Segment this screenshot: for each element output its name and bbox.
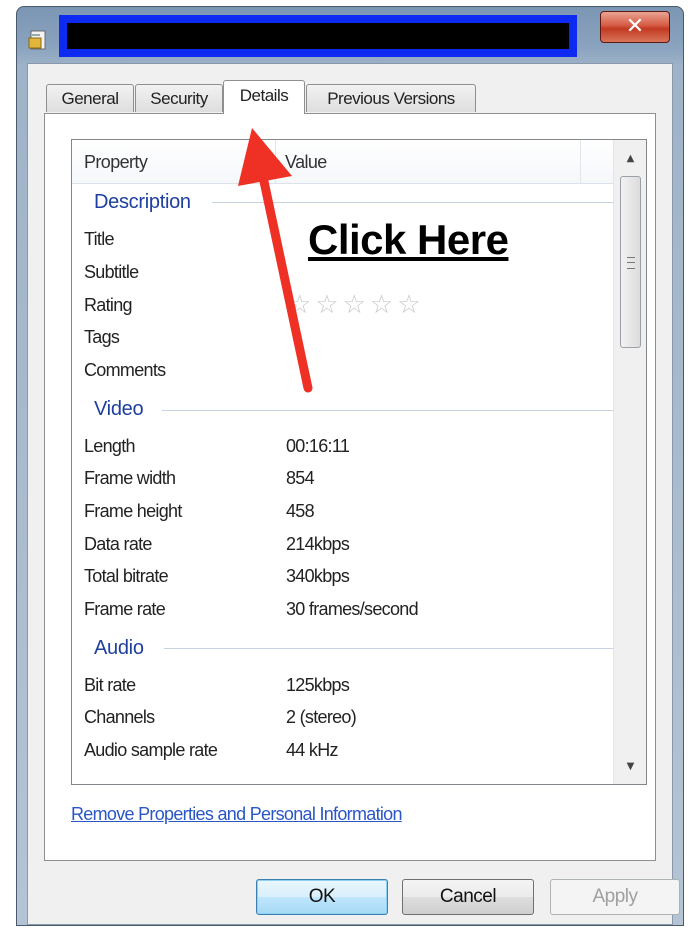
property-label: Frame height (84, 501, 182, 521)
property-value[interactable]: 44 kHz (286, 740, 339, 761)
tab-label: Security (150, 89, 208, 108)
scroll-up-arrow-icon[interactable]: ▲ (614, 144, 646, 174)
property-label: Frame width (84, 468, 176, 488)
cancel-button[interactable]: Cancel (402, 879, 534, 915)
tab-label: Previous Versions (327, 89, 455, 108)
close-icon: ✕ (625, 14, 645, 39)
grip-icon (627, 257, 635, 269)
tab-label: Details (239, 86, 289, 105)
property-value[interactable]: 340kbps (286, 566, 350, 587)
group-header-audio: Audio (94, 637, 144, 659)
tab-label: General (61, 89, 119, 108)
tab-security[interactable]: Security (135, 84, 223, 112)
remove-properties-link[interactable]: Remove Properties and Personal Informati… (71, 804, 402, 825)
vertical-scrollbar[interactable]: ▲ ▼ (613, 140, 646, 784)
property-label: Audio sample rate (84, 740, 218, 760)
scroll-down-arrow-icon[interactable]: ▼ (614, 752, 646, 782)
ok-button[interactable]: OK (256, 879, 388, 915)
redaction-bar (67, 23, 569, 49)
scroll-thumb[interactable] (620, 176, 641, 348)
tab-previous-versions[interactable]: Previous Versions (306, 84, 476, 112)
column-header-property[interactable]: Property (84, 152, 148, 173)
button-label: OK (308, 886, 336, 907)
button-label: Apply (592, 886, 638, 907)
list-header: Property Value (72, 140, 613, 184)
apply-button[interactable]: Apply (550, 879, 680, 915)
button-label: Cancel (439, 886, 497, 907)
property-label: Frame rate (84, 599, 166, 619)
property-label: Data rate (84, 534, 152, 554)
property-value[interactable]: 125kbps (286, 675, 350, 696)
property-label: Bit rate (84, 675, 136, 695)
tab-details[interactable]: Details (223, 80, 305, 114)
group-divider (212, 202, 626, 203)
group-divider (164, 648, 626, 649)
property-label: Comments (84, 360, 166, 380)
group-divider (162, 410, 626, 411)
file-properties-icon (27, 29, 49, 51)
click-here-callout: Click Here (308, 216, 509, 263)
column-divider[interactable] (275, 140, 276, 183)
property-value[interactable]: 854 (286, 468, 315, 489)
group-header-description: Description (94, 191, 191, 213)
property-label: Title (84, 229, 115, 249)
group-header-video: Video (94, 398, 144, 420)
property-value[interactable]: 214kbps (286, 534, 350, 555)
column-divider[interactable] (580, 140, 581, 183)
property-value[interactable]: 2 (stereo) (286, 707, 357, 728)
title-bar: ✕ (17, 7, 683, 63)
property-label: Rating (84, 295, 133, 315)
properties-dialog-window: ✕ General Security Details Previous Vers… (16, 6, 684, 926)
column-header-value[interactable]: Value (285, 152, 327, 173)
dialog-client-area: General Security Details Previous Versio… (27, 63, 680, 925)
property-value[interactable]: 458 (286, 501, 315, 522)
property-list[interactable]: Property Value Description Title Subtitl… (71, 139, 647, 785)
property-label: Total bitrate (84, 566, 169, 586)
property-label: Channels (84, 707, 155, 727)
property-label: Length (84, 436, 136, 456)
details-tab-panel: Property Value Description Title Subtitl… (44, 113, 656, 861)
close-button[interactable]: ✕ (600, 11, 670, 43)
property-label: Tags (84, 327, 120, 347)
rating-stars[interactable]: ☆☆☆☆☆ (288, 290, 425, 320)
property-value[interactable]: 00:16:11 (286, 436, 350, 457)
property-value[interactable]: 30 frames/second (286, 599, 419, 620)
redacted-window-title (59, 15, 577, 57)
tab-general[interactable]: General (46, 84, 134, 112)
property-label: Subtitle (84, 262, 139, 282)
